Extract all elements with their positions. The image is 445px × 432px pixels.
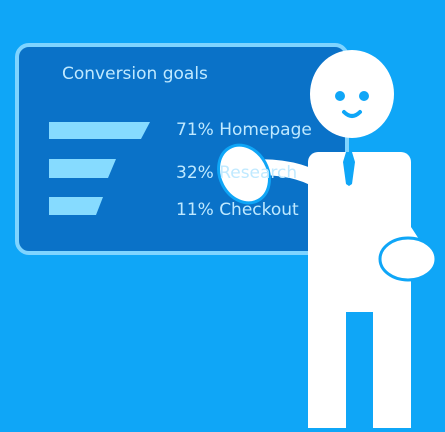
board-title: Conversion goals — [62, 64, 208, 84]
presenter-right-hand — [378, 236, 438, 282]
funnel-bar-research — [49, 159, 116, 178]
presenter-right-eye — [359, 91, 369, 101]
goal-label-checkout: 11% Checkout — [176, 200, 299, 220]
presenter-right-leg — [373, 294, 411, 428]
presenter-left-leg — [308, 294, 346, 428]
funnel-bar-checkout — [49, 197, 103, 215]
presentation-illustration: Conversion goals 71% Homepage 32% Resear… — [0, 0, 445, 428]
presenter-head — [310, 50, 394, 138]
goal-label-research: 32% Research — [176, 163, 298, 183]
funnel-bar-homepage — [49, 122, 150, 139]
presenter-left-eye — [335, 91, 345, 101]
goal-label-homepage: 71% Homepage — [176, 120, 312, 140]
